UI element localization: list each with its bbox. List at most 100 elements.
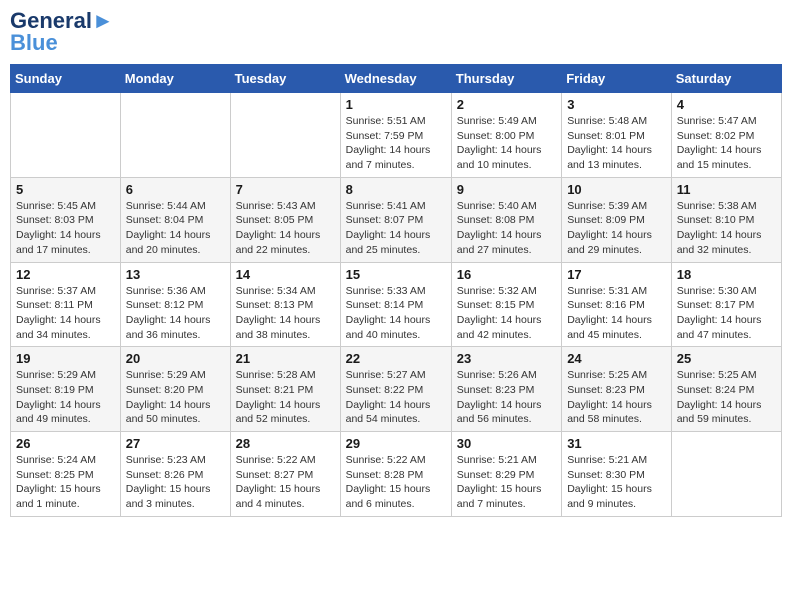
weekday-header-friday: Friday <box>562 65 672 93</box>
day-info: Sunrise: 5:48 AMSunset: 8:01 PMDaylight:… <box>567 114 666 173</box>
calendar-cell: 15 Sunrise: 5:33 AMSunset: 8:14 PMDayligh… <box>340 262 451 347</box>
day-number: 30 <box>457 436 556 451</box>
day-info: Sunrise: 5:26 AMSunset: 8:23 PMDaylight:… <box>457 368 556 427</box>
logo: General► Blue <box>10 10 114 54</box>
day-info: Sunrise: 5:28 AMSunset: 8:21 PMDaylight:… <box>236 368 335 427</box>
calendar-cell <box>11 93 121 178</box>
calendar-cell <box>230 93 340 178</box>
day-info: Sunrise: 5:22 AMSunset: 8:27 PMDaylight:… <box>236 453 335 512</box>
day-info: Sunrise: 5:22 AMSunset: 8:28 PMDaylight:… <box>346 453 446 512</box>
calendar-cell: 31 Sunrise: 5:21 AMSunset: 8:30 PMDayligh… <box>562 432 672 517</box>
calendar-cell: 29 Sunrise: 5:22 AMSunset: 8:28 PMDayligh… <box>340 432 451 517</box>
day-number: 15 <box>346 267 446 282</box>
day-info: Sunrise: 5:31 AMSunset: 8:16 PMDaylight:… <box>567 284 666 343</box>
calendar-cell: 10 Sunrise: 5:39 AMSunset: 8:09 PMDayligh… <box>562 177 672 262</box>
day-number: 28 <box>236 436 335 451</box>
day-number: 4 <box>677 97 776 112</box>
day-info: Sunrise: 5:40 AMSunset: 8:08 PMDaylight:… <box>457 199 556 258</box>
day-number: 1 <box>346 97 446 112</box>
calendar-body: 1 Sunrise: 5:51 AMSunset: 7:59 PMDaylight… <box>11 93 782 517</box>
day-info: Sunrise: 5:30 AMSunset: 8:17 PMDaylight:… <box>677 284 776 343</box>
day-info: Sunrise: 5:38 AMSunset: 8:10 PMDaylight:… <box>677 199 776 258</box>
day-number: 7 <box>236 182 335 197</box>
day-number: 22 <box>346 351 446 366</box>
calendar-week-4: 19 Sunrise: 5:29 AMSunset: 8:19 PMDayligh… <box>11 347 782 432</box>
day-number: 19 <box>16 351 115 366</box>
day-info: Sunrise: 5:45 AMSunset: 8:03 PMDaylight:… <box>16 199 115 258</box>
day-info: Sunrise: 5:33 AMSunset: 8:14 PMDaylight:… <box>346 284 446 343</box>
day-number: 24 <box>567 351 666 366</box>
calendar-cell: 2Sunrise: 5:49 AMSunset: 8:00 PMDaylight… <box>451 93 561 178</box>
calendar-cell: 9 Sunrise: 5:40 AMSunset: 8:08 PMDaylight… <box>451 177 561 262</box>
calendar-cell: 18 Sunrise: 5:30 AMSunset: 8:17 PMDayligh… <box>671 262 781 347</box>
day-number: 18 <box>677 267 776 282</box>
day-number: 14 <box>236 267 335 282</box>
day-info: Sunrise: 5:21 AMSunset: 8:29 PMDaylight:… <box>457 453 556 512</box>
calendar-week-1: 1 Sunrise: 5:51 AMSunset: 7:59 PMDaylight… <box>11 93 782 178</box>
day-info: Sunrise: 5:21 AMSunset: 8:30 PMDaylight:… <box>567 453 666 512</box>
calendar-cell: 5 Sunrise: 5:45 AMSunset: 8:03 PMDaylight… <box>11 177 121 262</box>
weekday-header-sunday: Sunday <box>11 65 121 93</box>
day-number: 9 <box>457 182 556 197</box>
day-number: 17 <box>567 267 666 282</box>
calendar-week-3: 12 Sunrise: 5:37 AMSunset: 8:11 PMDayligh… <box>11 262 782 347</box>
calendar-cell: 25 Sunrise: 5:25 AMSunset: 8:24 PMDayligh… <box>671 347 781 432</box>
day-number: 11 <box>677 182 776 197</box>
day-number: 8 <box>346 182 446 197</box>
calendar-cell <box>120 93 230 178</box>
day-number: 23 <box>457 351 556 366</box>
calendar-cell: 24 Sunrise: 5:25 AMSunset: 8:23 PMDayligh… <box>562 347 672 432</box>
day-number: 5 <box>16 182 115 197</box>
day-info: Sunrise: 5:25 AMSunset: 8:24 PMDaylight:… <box>677 368 776 427</box>
calendar-week-2: 5 Sunrise: 5:45 AMSunset: 8:03 PMDaylight… <box>11 177 782 262</box>
day-number: 25 <box>677 351 776 366</box>
day-number: 10 <box>567 182 666 197</box>
day-number: 27 <box>126 436 225 451</box>
calendar-cell: 19 Sunrise: 5:29 AMSunset: 8:19 PMDayligh… <box>11 347 121 432</box>
day-info: Sunrise: 5:34 AMSunset: 8:13 PMDaylight:… <box>236 284 335 343</box>
day-number: 26 <box>16 436 115 451</box>
calendar-cell: 3 Sunrise: 5:48 AMSunset: 8:01 PMDaylight… <box>562 93 672 178</box>
day-info: Sunrise: 5:43 AMSunset: 8:05 PMDaylight:… <box>236 199 335 258</box>
day-number: 21 <box>236 351 335 366</box>
day-number: 16 <box>457 267 556 282</box>
page-header: General► Blue <box>10 10 782 54</box>
calendar-cell: 11 Sunrise: 5:38 AMSunset: 8:10 PMDayligh… <box>671 177 781 262</box>
calendar-cell <box>671 432 781 517</box>
day-info: Sunrise: 5:49 AMSunset: 8:00 PMDaylight:… <box>457 114 556 173</box>
weekday-header-wednesday: Wednesday <box>340 65 451 93</box>
day-number: 12 <box>16 267 115 282</box>
calendar-cell: 4Sunrise: 5:47 AMSunset: 8:02 PMDaylight… <box>671 93 781 178</box>
calendar-cell: 7 Sunrise: 5:43 AMSunset: 8:05 PMDaylight… <box>230 177 340 262</box>
calendar-cell: 23 Sunrise: 5:26 AMSunset: 8:23 PMDayligh… <box>451 347 561 432</box>
day-info: Sunrise: 5:25 AMSunset: 8:23 PMDaylight:… <box>567 368 666 427</box>
day-info: Sunrise: 5:29 AMSunset: 8:20 PMDaylight:… <box>126 368 225 427</box>
day-number: 29 <box>346 436 446 451</box>
day-info: Sunrise: 5:29 AMSunset: 8:19 PMDaylight:… <box>16 368 115 427</box>
calendar-cell: 30 Sunrise: 5:21 AMSunset: 8:29 PMDayligh… <box>451 432 561 517</box>
day-info: Sunrise: 5:36 AMSunset: 8:12 PMDaylight:… <box>126 284 225 343</box>
calendar-cell: 26 Sunrise: 5:24 AMSunset: 8:25 PMDayligh… <box>11 432 121 517</box>
calendar-cell: 28 Sunrise: 5:22 AMSunset: 8:27 PMDayligh… <box>230 432 340 517</box>
day-info: Sunrise: 5:24 AMSunset: 8:25 PMDaylight:… <box>16 453 115 512</box>
weekday-header-tuesday: Tuesday <box>230 65 340 93</box>
calendar-cell: 12 Sunrise: 5:37 AMSunset: 8:11 PMDayligh… <box>11 262 121 347</box>
calendar-cell: 22Sunrise: 5:27 AMSunset: 8:22 PMDayligh… <box>340 347 451 432</box>
day-number: 3 <box>567 97 666 112</box>
calendar-cell: 27 Sunrise: 5:23 AMSunset: 8:26 PMDayligh… <box>120 432 230 517</box>
day-number: 6 <box>126 182 225 197</box>
logo-text-blue: Blue <box>10 32 58 54</box>
day-number: 13 <box>126 267 225 282</box>
calendar-cell: 6Sunrise: 5:44 AMSunset: 8:04 PMDaylight… <box>120 177 230 262</box>
day-info: Sunrise: 5:37 AMSunset: 8:11 PMDaylight:… <box>16 284 115 343</box>
day-info: Sunrise: 5:51 AMSunset: 7:59 PMDaylight:… <box>346 114 446 173</box>
calendar-cell: 17 Sunrise: 5:31 AMSunset: 8:16 PMDayligh… <box>562 262 672 347</box>
calendar-cell: 14 Sunrise: 5:34 AMSunset: 8:13 PMDayligh… <box>230 262 340 347</box>
day-info: Sunrise: 5:39 AMSunset: 8:09 PMDaylight:… <box>567 199 666 258</box>
day-number: 20 <box>126 351 225 366</box>
day-number: 31 <box>567 436 666 451</box>
calendar-cell: 8Sunrise: 5:41 AMSunset: 8:07 PMDaylight… <box>340 177 451 262</box>
day-info: Sunrise: 5:32 AMSunset: 8:15 PMDaylight:… <box>457 284 556 343</box>
day-info: Sunrise: 5:23 AMSunset: 8:26 PMDaylight:… <box>126 453 225 512</box>
weekday-header-row: SundayMondayTuesdayWednesdayThursdayFrid… <box>11 65 782 93</box>
